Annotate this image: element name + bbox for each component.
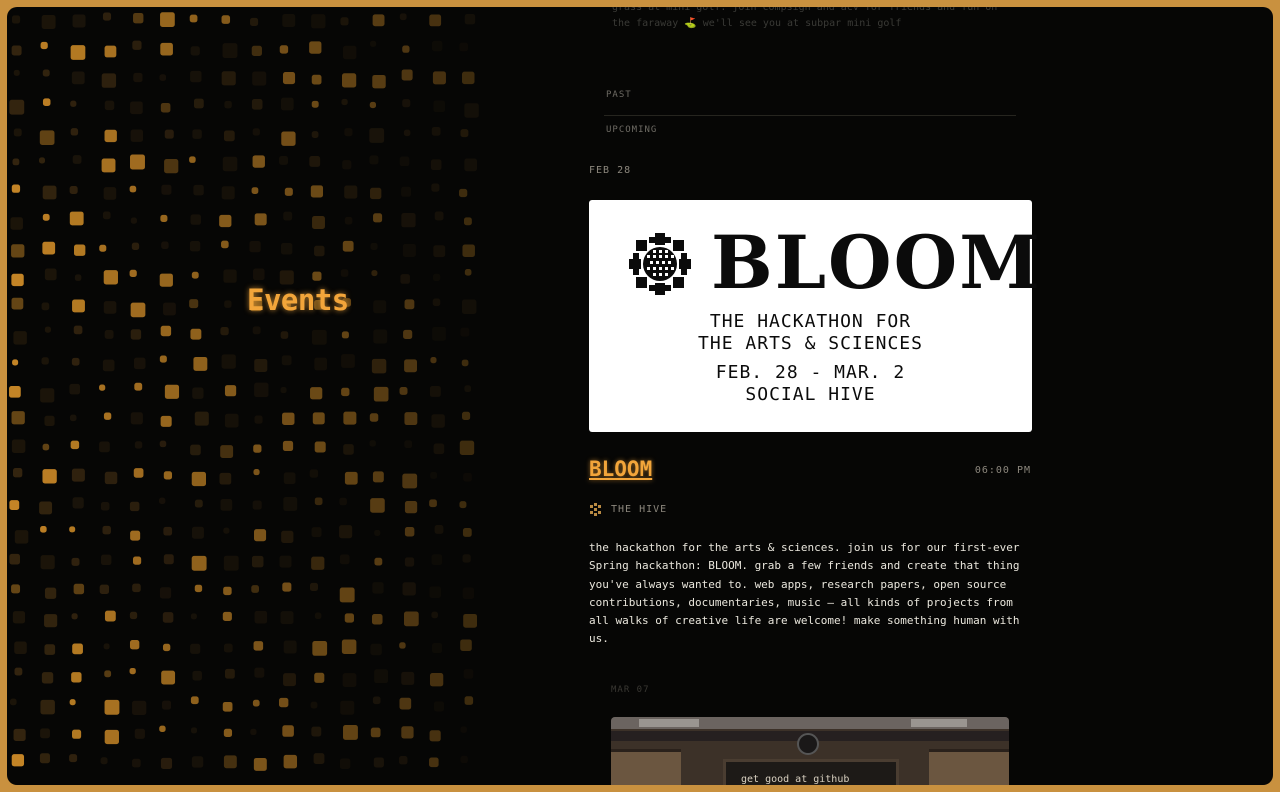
banner-title: BLOOM: [711, 220, 1043, 306]
banner-line-4: SOCIAL HIVE: [745, 384, 876, 405]
bookshelf-right: [929, 749, 1009, 785]
tab-past[interactable]: PAST: [604, 87, 1016, 116]
venue-label: THE HIVE: [611, 504, 668, 515]
banner-line-1: THE HACKATHON FOR: [709, 311, 912, 332]
event-banner[interactable]: BLOOM THE HACKATHON FOR THE ARTS & SCIEN…: [589, 200, 1040, 432]
event-date: FEB 28: [589, 165, 632, 176]
hive-icon: [590, 503, 601, 516]
event-title-link[interactable]: BLOOM: [589, 457, 652, 481]
tab-upcoming[interactable]: UPCOMING: [604, 116, 1016, 150]
ceiling-light: [639, 719, 699, 727]
event-time: 06:00 PM: [974, 465, 1031, 476]
next-event-banner[interactable]: get good at github: [611, 717, 1009, 785]
page-frame: Events grass at mini golf. join compsign…: [7, 7, 1273, 785]
events-content: grass at mini golf. join compsign and ac…: [7, 7, 1273, 785]
clock-icon: [797, 733, 819, 755]
event-description: the hackathon for the arts & sciences. j…: [589, 541, 1020, 646]
previous-event-description: grass at mini golf. join compsign and ac…: [612, 7, 998, 29]
bookshelf-left: [611, 749, 681, 785]
next-event-date: MAR 07: [611, 685, 650, 695]
banner-subtitle: THE HACKATHON FOR THE ARTS & SCIENCES: [589, 311, 1032, 355]
sunflower-icon: [629, 233, 691, 295]
banner-line-2: THE ARTS & SCIENCES: [698, 333, 923, 354]
banner-line-3: FEB. 28 - MAR. 2: [715, 362, 906, 383]
event-venue: THE HIVE: [589, 503, 667, 516]
event-tabs: PAST UPCOMING: [604, 87, 1016, 150]
ceiling-light: [911, 719, 967, 727]
chalkboard-text: get good at github: [741, 774, 850, 785]
banner-details: FEB. 28 - MAR. 2 SOCIAL HIVE: [589, 362, 1032, 406]
